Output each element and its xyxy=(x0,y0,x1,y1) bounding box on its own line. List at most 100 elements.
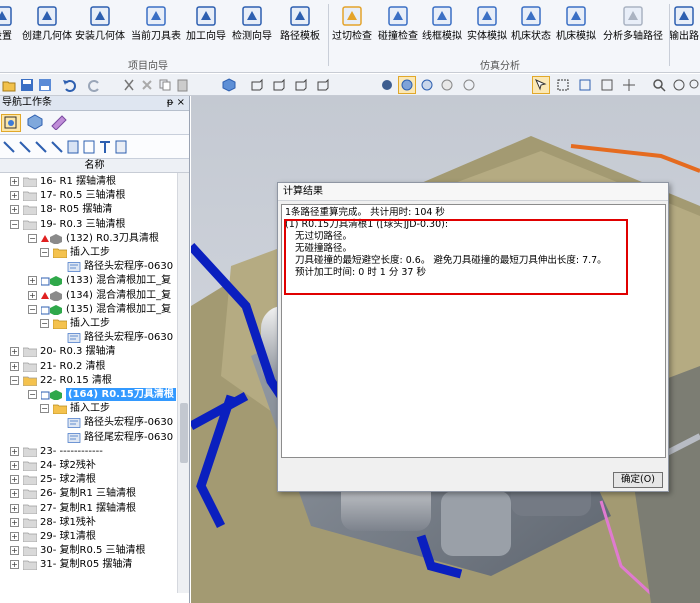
shade-trans-icon[interactable] xyxy=(440,78,454,92)
ok-button[interactable]: 确定(O) xyxy=(613,472,663,488)
shade-solid-icon[interactable] xyxy=(380,78,394,92)
open-icon[interactable] xyxy=(2,78,16,92)
tree-row[interactable]: − 插入工步 xyxy=(0,317,178,330)
view-front-icon[interactable] xyxy=(250,78,264,92)
tree-row[interactable]: +17- R0.5 三轴清根 xyxy=(0,189,178,202)
tree-row[interactable]: − (135) 混合清根加工_复 xyxy=(0,303,178,316)
paste-icon[interactable] xyxy=(176,78,190,92)
notes-icon[interactable] xyxy=(115,140,127,154)
box-zoom-icon[interactable] xyxy=(578,78,592,92)
tree-row[interactable]: +24- 球2残补 xyxy=(0,459,178,472)
shade-wire-icon[interactable] xyxy=(400,78,414,92)
tree-row[interactable]: +30- 复制R0.5 三轴清根 xyxy=(0,544,178,557)
tree-row[interactable]: +28- 球1残补 xyxy=(0,516,178,529)
ribbon-button-13[interactable]: 分析多轴路径 xyxy=(603,2,663,48)
expand-toggle-icon[interactable]: + xyxy=(10,517,19,527)
rotate-icon[interactable] xyxy=(672,78,686,92)
ribbon-button-6[interactable]: 路径模板 xyxy=(280,2,320,48)
expand-toggle-icon[interactable]: + xyxy=(10,461,19,470)
view-iso-icon[interactable] xyxy=(316,78,330,92)
ribbon-button-5[interactable]: 检测向导 xyxy=(232,2,272,48)
expand-toggle-icon[interactable]: − xyxy=(40,404,49,414)
tree-row[interactable]: − 22- R0.15 清根 xyxy=(0,374,178,387)
save-as-icon[interactable] xyxy=(38,78,52,92)
expand-toggle-icon[interactable]: + xyxy=(10,191,19,201)
tree-row[interactable]: +18- R05 摆轴清 xyxy=(0,203,178,216)
tree-scrollbar[interactable] xyxy=(177,173,189,593)
copy-icon[interactable] xyxy=(158,78,172,92)
ribbon-button-2[interactable]: 安装几何体 xyxy=(75,2,125,48)
group-icon[interactable] xyxy=(83,140,95,154)
expand-toggle-icon[interactable]: + xyxy=(28,276,37,286)
sheet-icon[interactable] xyxy=(67,140,79,154)
result-text-area[interactable]: 1条路径重算完成。 共计用时: 104 秒 (1) R0.15刀具清根1 ([球… xyxy=(281,204,666,458)
pan-icon[interactable] xyxy=(622,78,636,92)
tree-row[interactable]: 路径头宏程序-0630 xyxy=(0,260,178,273)
path-edit-icon[interactable] xyxy=(35,140,47,154)
expand-toggle-icon[interactable]: − xyxy=(28,233,37,243)
tree-row[interactable]: 路径头宏程序-0630 xyxy=(0,331,178,344)
expand-toggle-icon[interactable]: + xyxy=(10,532,19,541)
tree-row[interactable]: − 插入工步 xyxy=(0,402,178,415)
tree-row[interactable]: 路径尾宏程序-0630 xyxy=(0,431,178,444)
tree-row[interactable]: +25- 球2清根 xyxy=(0,473,178,486)
delete-icon[interactable] xyxy=(140,78,154,92)
tree-row[interactable]: − 插入工步 xyxy=(0,246,178,259)
tree-row[interactable]: +29- 球1清根 xyxy=(0,530,178,543)
ribbon-button-0[interactable]: 设置 xyxy=(0,2,14,48)
tab-operations[interactable] xyxy=(1,114,21,132)
expand-toggle-icon[interactable]: + xyxy=(10,475,19,485)
tree-row[interactable]: +26- 复制R1 三轴清根 xyxy=(0,487,178,500)
tab-geometry[interactable] xyxy=(26,114,46,132)
expand-toggle-icon[interactable]: + xyxy=(10,546,19,556)
expand-toggle-icon[interactable]: − xyxy=(40,248,49,257)
ribbon-button-8[interactable]: 碰撞检查 xyxy=(378,2,418,48)
path-check-icon[interactable] xyxy=(51,140,63,154)
tree-row[interactable]: − (132) R0.3刀具清根 xyxy=(0,232,178,245)
tree-scroll-thumb[interactable] xyxy=(180,403,188,463)
ribbon-button-9[interactable]: 线框模拟 xyxy=(422,2,462,48)
expand-toggle-icon[interactable]: − xyxy=(28,390,37,399)
expand-toggle-icon[interactable]: + xyxy=(10,205,19,215)
ribbon-button-1[interactable]: 创建几何体 xyxy=(22,2,72,48)
tree-row[interactable]: +27- 复制R1 摆轴清根 xyxy=(0,502,178,515)
ribbon-button-10[interactable]: 实体模拟 xyxy=(467,2,507,48)
ribbon-button-11[interactable]: 机床状态 xyxy=(511,2,551,48)
tree-row[interactable]: + (134) 混合清根加工_复 xyxy=(0,289,178,302)
path-icon[interactable] xyxy=(19,140,31,154)
text-tool-icon[interactable] xyxy=(99,140,111,154)
expand-toggle-icon[interactable]: + xyxy=(28,290,37,300)
view-side-icon[interactable] xyxy=(294,78,308,92)
expand-toggle-icon[interactable]: + xyxy=(10,177,19,186)
expand-toggle-icon[interactable]: + xyxy=(10,560,19,570)
fit-view-icon[interactable] xyxy=(600,78,614,92)
shade-edges-icon[interactable] xyxy=(420,78,434,92)
shade-outline-icon[interactable] xyxy=(462,78,476,92)
ribbon-button-12[interactable]: 机床模拟 xyxy=(556,2,596,48)
rect-select-icon[interactable] xyxy=(556,78,570,92)
tree-row[interactable]: − (164) R0.15刀具清根 xyxy=(0,388,178,401)
filter-icon[interactable] xyxy=(3,140,15,154)
zoom-window-icon[interactable] xyxy=(688,78,700,92)
expand-toggle-icon[interactable]: + xyxy=(10,503,19,513)
tab-tools[interactable] xyxy=(50,114,70,132)
ribbon-button-4[interactable]: 加工向导 xyxy=(186,2,226,48)
view-top-icon[interactable] xyxy=(272,78,286,92)
tree-row[interactable]: 路径头宏程序-0630 xyxy=(0,416,178,429)
view-cube-icon[interactable] xyxy=(222,78,236,92)
undo-icon[interactable] xyxy=(62,78,76,92)
expand-toggle-icon[interactable]: − xyxy=(40,319,49,328)
tree-row[interactable]: +20- R0.3 摆轴清 xyxy=(0,345,178,358)
tree-row[interactable]: +23- ------------ xyxy=(0,445,178,458)
tree-row[interactable]: + (133) 混合清根加工_复 xyxy=(0,274,178,287)
zoom-icon[interactable] xyxy=(652,78,666,92)
expand-toggle-icon[interactable]: + xyxy=(10,347,19,357)
tree-row[interactable]: +16- R1 摆轴清根 xyxy=(0,175,178,188)
expand-toggle-icon[interactable]: − xyxy=(28,304,37,314)
expand-toggle-icon[interactable]: − xyxy=(10,375,19,385)
tree-row[interactable]: +31- 复制R05 摆轴清 xyxy=(0,558,178,571)
expand-toggle-icon[interactable]: + xyxy=(10,446,19,456)
panel-pin-close[interactable]: ᵽ × xyxy=(167,96,185,110)
expand-toggle-icon[interactable]: + xyxy=(10,489,19,499)
ribbon-button-3[interactable]: 当前刀具表 xyxy=(131,2,181,48)
